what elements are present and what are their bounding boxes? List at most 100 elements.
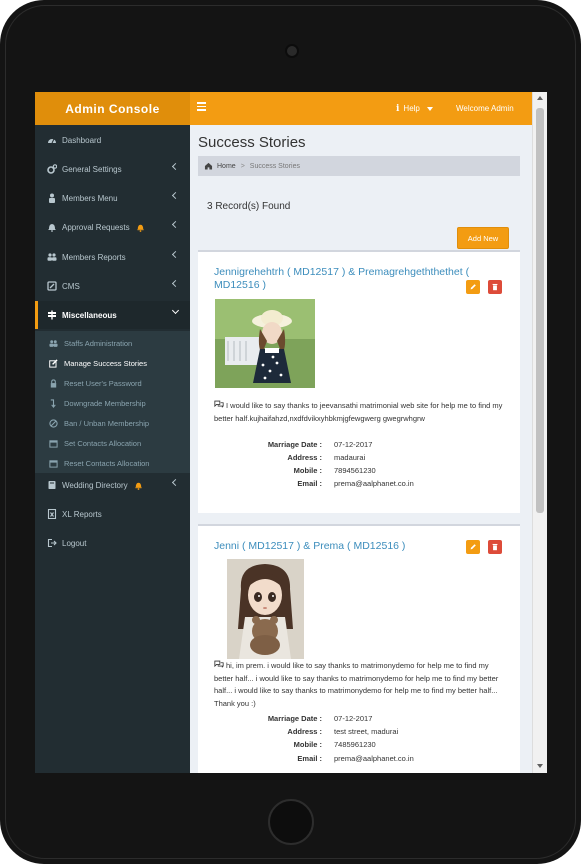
info-icon: i — [396, 103, 400, 114]
comments-icon — [214, 400, 224, 413]
sidebar-item-xl-reports[interactable]: XL Reports — [35, 500, 190, 528]
story-text: I would like to say thanks to jeevansath… — [214, 400, 506, 425]
excel-icon — [47, 509, 57, 519]
cms-icon — [47, 281, 57, 291]
welcome-user[interactable]: Welcome Admin — [456, 92, 514, 125]
chevron-left-icon — [171, 191, 180, 200]
address-label: Address : — [287, 453, 322, 462]
mobile-row: Mobile : 7485961230 — [214, 740, 506, 752]
email-label: Email : — [297, 754, 322, 763]
submenu-item-ban-unban[interactable]: Ban / Unban Membership — [35, 413, 190, 433]
mobile-row: Mobile : 7894561230 — [214, 466, 506, 478]
delete-button[interactable] — [488, 280, 502, 294]
submenu-item-label: Set Contacts Allocation — [64, 438, 142, 448]
sidebar-item-label: CMS — [62, 281, 80, 291]
marriage-date-label: Marriage Date : — [267, 714, 322, 723]
sidebar-item-dashboard[interactable]: Dashboard — [35, 126, 190, 154]
edit-button[interactable] — [466, 280, 480, 294]
address-value: test street, madurai — [334, 727, 399, 736]
miscellaneous-submenu: Staffs Administration Manage Success Sto… — [35, 331, 190, 473]
chevron-left-icon — [171, 220, 180, 229]
sidebar-item-miscellaneous[interactable]: Miscellaneous — [35, 301, 190, 329]
mobile-value: 7894561230 — [334, 466, 376, 475]
signpost-icon — [47, 310, 57, 320]
submenu-item-downgrade-membership[interactable]: Downgrade Membership — [35, 393, 190, 413]
screen: Admin Console i Help Welcome Admin Dashb… — [35, 92, 547, 773]
delete-button[interactable] — [488, 540, 502, 554]
help-dropdown[interactable]: i Help — [396, 92, 433, 125]
sidebar-item-label: Approval Requests — [62, 222, 130, 232]
sidebar-item-logout[interactable]: Logout — [35, 529, 190, 557]
calendar-icon — [49, 459, 58, 468]
sidebar-item-label: Wedding Directory — [62, 480, 128, 490]
marriage-date-value: 07-12-2017 — [334, 714, 373, 723]
dashboard-icon — [47, 135, 57, 145]
calendar-icon — [49, 439, 58, 448]
marriage-date-value: 07-12-2017 — [334, 440, 373, 449]
submenu-item-label: Reset User's Password — [64, 378, 142, 388]
sidebar-item-label: Miscellaneous — [62, 310, 117, 320]
email-value: prema@aalphanet.co.in — [334, 479, 414, 488]
story-title[interactable]: Jenni ( MD12517 ) & Prema ( MD12516 ) — [214, 540, 489, 553]
chevron-left-icon — [171, 250, 180, 259]
lock-icon — [49, 378, 58, 388]
add-new-button[interactable]: Add New — [457, 227, 509, 249]
sidebar-item-general-settings[interactable]: General Settings — [35, 155, 190, 183]
page-title: Success Stories — [198, 134, 306, 151]
story-card: Jenni ( MD12517 ) & Prema ( MD12516 ) hi… — [198, 524, 520, 773]
sidebar-item-members-reports[interactable]: Members Reports — [35, 243, 190, 271]
sidebar-item-members-menu[interactable]: Members Menu — [35, 184, 190, 212]
couple-photo — [227, 559, 304, 659]
chevron-left-icon — [171, 478, 180, 487]
home-icon — [204, 162, 213, 170]
submenu-item-staffs-administration[interactable]: Staffs Administration — [35, 333, 190, 353]
ban-icon — [49, 418, 58, 428]
story-text: hi, im prem. i would like to say thanks … — [214, 660, 506, 710]
breadcrumb-home[interactable]: Home — [217, 163, 236, 170]
comments-icon — [214, 660, 224, 673]
edit-button[interactable] — [466, 540, 480, 554]
notification-bell-icon — [134, 481, 143, 490]
submenu-item-reset-contacts-allocation[interactable]: Reset Contacts Allocation — [35, 453, 190, 473]
sidebar-item-wedding-directory[interactable]: Wedding Directory — [35, 471, 190, 499]
sidebar-item-approval-requests[interactable]: Approval Requests — [35, 213, 190, 241]
camera-icon — [285, 44, 299, 58]
home-button[interactable] — [268, 799, 314, 845]
chevron-left-icon — [171, 279, 180, 288]
story-body: hi, im prem. i would like to say thanks … — [214, 661, 499, 708]
submenu-item-manage-success-stories[interactable]: Manage Success Stories — [35, 353, 190, 373]
tablet-frame: Admin Console i Help Welcome Admin Dashb… — [0, 0, 581, 864]
pencil-icon — [470, 544, 476, 550]
submenu-item-label: Reset Contacts Allocation — [64, 458, 150, 468]
submenu-item-reset-password[interactable]: Reset User's Password — [35, 373, 190, 393]
story-title[interactable]: Jennigrehehtrh ( MD12517 ) & Premagrehge… — [214, 266, 489, 292]
submenu-item-label: Downgrade Membership — [64, 398, 146, 408]
submenu-item-set-contacts-allocation[interactable]: Set Contacts Allocation — [35, 433, 190, 453]
address-label: Address : — [287, 727, 322, 736]
email-row: Email : prema@aalphanet.co.in — [214, 479, 506, 491]
sidebar-item-label: General Settings — [62, 164, 122, 174]
hamburger-menu-icon[interactable] — [197, 102, 206, 111]
trash-icon — [492, 283, 498, 291]
users-icon — [47, 252, 57, 262]
breadcrumb-current: Success Stories — [249, 162, 300, 170]
marriage-date-row: Marriage Date : 07-12-2017 — [214, 714, 506, 726]
trash-icon — [492, 543, 498, 551]
marriage-date-row: Marriage Date : 07-12-2017 — [214, 440, 506, 452]
bell-icon — [47, 222, 57, 232]
marriage-date-label: Marriage Date : — [267, 440, 322, 449]
couple-photo — [215, 299, 315, 388]
user-lock-icon — [47, 193, 57, 203]
sidebar-item-label: Members Menu — [62, 193, 118, 203]
caret-down-icon — [426, 106, 433, 111]
scroll-thumb[interactable] — [536, 108, 544, 513]
chevron-down-icon — [171, 306, 180, 315]
mobile-label: Mobile : — [293, 740, 322, 749]
submenu-item-label: Ban / Unban Membership — [64, 418, 150, 428]
app-logo[interactable]: Admin Console — [35, 92, 190, 125]
vertical-scrollbar[interactable] — [532, 92, 547, 773]
sidebar-item-cms[interactable]: CMS — [35, 272, 190, 300]
scroll-down-arrow-icon[interactable] — [537, 764, 543, 768]
address-value: madaurai — [334, 453, 366, 462]
scroll-up-arrow-icon[interactable] — [537, 96, 543, 100]
